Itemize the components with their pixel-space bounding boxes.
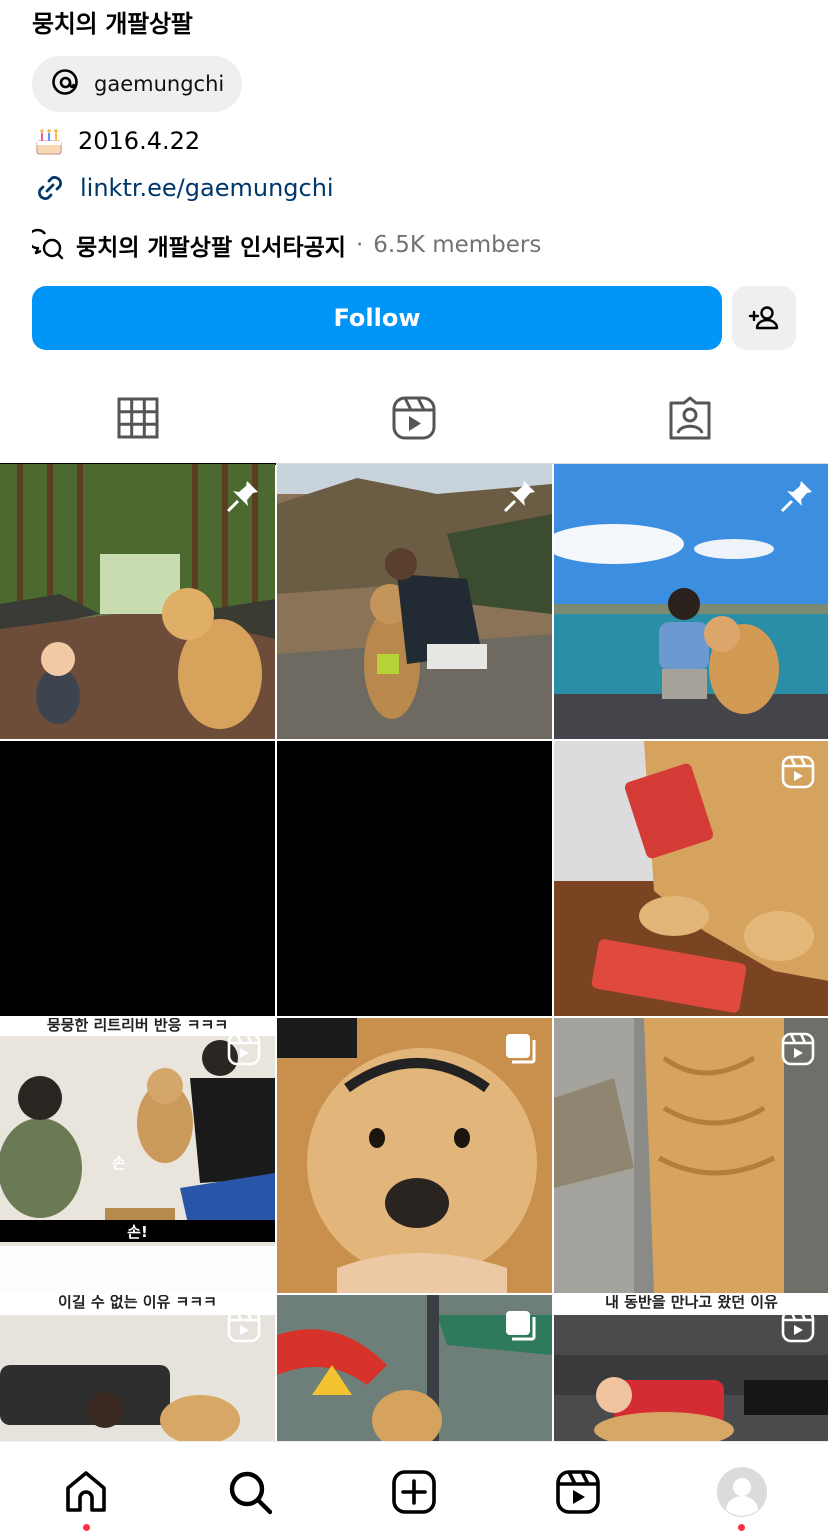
tagged-icon — [669, 396, 711, 440]
birthday-cake-icon — [32, 124, 66, 158]
suggested-accounts-button[interactable] — [732, 286, 796, 350]
channel-name: 뭉치의 개팔상팔 인서타공지 — [76, 235, 346, 261]
nav-home[interactable] — [58, 1464, 114, 1520]
subtitle-bar: 손! — [127, 1223, 148, 1241]
grid-post[interactable] — [554, 1018, 828, 1293]
channel-separator: · — [355, 232, 364, 258]
threads-icon — [50, 67, 80, 101]
grid-post[interactable]: 내 동반을 만나고 왔던 이유 — [554, 1295, 828, 1441]
profile-display-name: 뭉치의 개팔상팔 — [32, 10, 193, 38]
grid-post[interactable] — [277, 741, 552, 1016]
profile-tabs — [0, 372, 828, 465]
threads-handle: gaemungchi — [94, 72, 225, 96]
home-icon — [66, 1471, 106, 1512]
tab-reels[interactable] — [276, 372, 552, 464]
grid-icon — [117, 397, 159, 439]
reel-icon — [781, 1032, 815, 1070]
grid-post[interactable] — [0, 741, 275, 1016]
pin-icon — [225, 478, 261, 518]
pin-icon — [502, 478, 538, 518]
add-person-icon — [748, 306, 779, 330]
reels-icon — [392, 396, 436, 440]
grid-post[interactable] — [554, 464, 828, 739]
channel-icon — [32, 228, 64, 260]
nav-reels[interactable] — [550, 1464, 606, 1520]
create-icon — [392, 1470, 436, 1514]
reel-icon — [781, 1309, 815, 1347]
search-icon — [229, 1471, 273, 1515]
bottom-nav — [0, 1441, 828, 1539]
grid-post[interactable] — [0, 464, 275, 739]
tab-tagged[interactable] — [552, 372, 828, 464]
follow-button[interactable]: Follow — [32, 286, 722, 350]
birthday-row: 2016.4.22 — [32, 124, 200, 158]
pin-icon — [779, 478, 815, 518]
nav-search[interactable] — [222, 1464, 278, 1520]
grid-post[interactable] — [554, 741, 828, 1016]
nav-create[interactable] — [386, 1464, 442, 1520]
reel-icon — [781, 755, 815, 793]
broadcast-channel[interactable]: 뭉치의 개팔상팔 인서타공지 · 6.5K members — [32, 228, 541, 262]
grid-post[interactable]: 뭉뭉한 리트리버 반응 ㅋㅋㅋ 손 손! — [0, 1018, 275, 1293]
reel-icon — [227, 1309, 261, 1347]
link-icon — [38, 176, 62, 200]
profile-link[interactable]: linktr.ee/gaemungchi — [32, 170, 334, 206]
carousel-icon — [504, 1309, 538, 1347]
birthday-date: 2016.4.22 — [78, 127, 201, 155]
home-notification-dot — [83, 1524, 90, 1531]
tab-posts[interactable] — [0, 372, 276, 465]
reel-icon — [227, 1032, 261, 1070]
avatar-icon — [717, 1467, 767, 1517]
grid-post[interactable] — [277, 1018, 552, 1293]
nav-profile[interactable] — [714, 1464, 770, 1520]
threads-badge[interactable]: gaemungchi — [32, 56, 242, 112]
reels-icon — [556, 1470, 600, 1514]
grid-post[interactable] — [277, 1295, 552, 1441]
profile-notification-dot — [738, 1524, 745, 1531]
carousel-icon — [504, 1032, 538, 1070]
channel-members: 6.5K members — [373, 232, 542, 258]
profile-link-text: linktr.ee/gaemungchi — [80, 174, 334, 202]
grid-post[interactable] — [277, 464, 552, 739]
grid-post[interactable]: 이길 수 없는 이유 ㅋㅋㅋ — [0, 1295, 275, 1441]
subtitle-mid: 손 — [112, 1154, 126, 1172]
